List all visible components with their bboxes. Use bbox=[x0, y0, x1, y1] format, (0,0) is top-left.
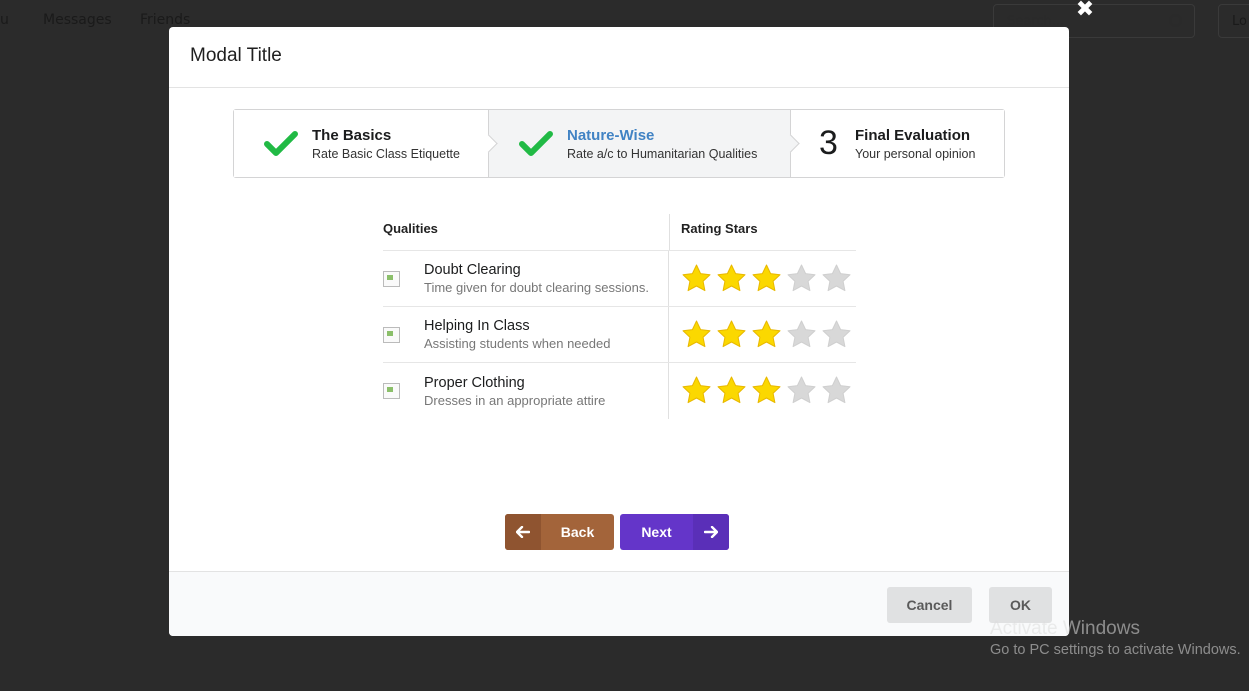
star-rating[interactable] bbox=[681, 375, 856, 407]
star-empty-icon[interactable] bbox=[821, 263, 856, 295]
star-empty-icon[interactable] bbox=[786, 375, 821, 407]
step-title: Nature-Wise bbox=[567, 126, 655, 144]
star-empty-icon[interactable] bbox=[821, 319, 856, 351]
qualities-table: Qualities Rating Stars Doubt Clearing Tim… bbox=[383, 214, 856, 419]
step-description: Rate a/c to Humanitarian Qualities bbox=[567, 146, 758, 161]
quality-image-icon bbox=[383, 326, 400, 343]
step-final-evaluation[interactable]: 3 Final Evaluation Your personal opinion bbox=[790, 110, 1004, 177]
quality-image-icon bbox=[383, 270, 400, 287]
step-the-basics[interactable]: The Basics Rate Basic Class Etiquette bbox=[234, 110, 498, 177]
quality-name: Helping In Class bbox=[424, 318, 530, 334]
star-empty-icon[interactable] bbox=[786, 263, 821, 295]
modal-header: Modal Title bbox=[169, 27, 1069, 88]
table-row: Proper Clothing Dresses in an appropriate… bbox=[383, 363, 856, 419]
nav-item-messages: Messages bbox=[43, 12, 112, 28]
next-button[interactable]: Next bbox=[620, 514, 729, 550]
back-label: Back bbox=[560, 524, 595, 540]
nav-item-friends: Friends bbox=[140, 12, 191, 28]
table-header: Qualities Rating Stars bbox=[383, 214, 856, 251]
arrow-left-icon bbox=[505, 514, 541, 550]
step-progress: The Basics Rate Basic Class Etiquette Na… bbox=[233, 109, 1005, 178]
modal-footer: Cancel OK bbox=[169, 571, 1069, 636]
cancel-button[interactable]: Cancel bbox=[887, 587, 972, 623]
close-icon[interactable]: ✖ bbox=[1075, 0, 1095, 21]
star-rating[interactable] bbox=[681, 319, 856, 351]
table-row: Doubt Clearing Time given for doubt clear… bbox=[383, 251, 856, 307]
quality-description: Dresses in an appropriate attire bbox=[424, 392, 606, 408]
quality-name: Proper Clothing bbox=[424, 374, 525, 391]
column-header-rating: Rating Stars bbox=[681, 221, 758, 236]
modal-title: Modal Title bbox=[190, 45, 282, 66]
watermark-subtitle: Go to PC settings to activate Windows. bbox=[990, 642, 1241, 658]
star-filled-icon[interactable] bbox=[716, 263, 751, 295]
star-empty-icon[interactable] bbox=[786, 319, 821, 351]
rating-cell bbox=[669, 307, 856, 362]
step-description: Rate Basic Class Etiquette bbox=[312, 146, 460, 161]
step-description: Your personal opinion bbox=[855, 146, 976, 161]
table-row: Helping In Class Assisting students when … bbox=[383, 307, 856, 363]
star-filled-icon[interactable] bbox=[751, 375, 786, 407]
watermark-title: Activate Windows bbox=[990, 618, 1140, 639]
search-icon bbox=[1169, 14, 1182, 27]
quality-description: Time given for doubt clearing sessions. bbox=[424, 280, 649, 295]
star-filled-icon[interactable] bbox=[681, 263, 716, 295]
background-login-button: Lo bbox=[1218, 4, 1249, 38]
back-button[interactable]: Back bbox=[505, 514, 614, 550]
step-number: 3 bbox=[819, 124, 838, 162]
login-label: Lo bbox=[1232, 14, 1247, 29]
checkmark-icon bbox=[519, 130, 553, 156]
next-label: Next bbox=[641, 524, 672, 540]
quality-cell: Doubt Clearing Time given for doubt clear… bbox=[383, 251, 669, 306]
star-filled-icon[interactable] bbox=[681, 319, 716, 351]
rating-cell bbox=[669, 363, 856, 419]
star-filled-icon[interactable] bbox=[681, 375, 716, 407]
nav-item-partial: u bbox=[0, 12, 9, 28]
star-filled-icon[interactable] bbox=[716, 319, 751, 351]
checkmark-icon bbox=[264, 130, 298, 156]
star-rating[interactable] bbox=[681, 263, 856, 295]
star-filled-icon[interactable] bbox=[751, 319, 786, 351]
star-filled-icon[interactable] bbox=[751, 263, 786, 295]
star-empty-icon[interactable] bbox=[821, 375, 856, 407]
column-header-qualities: Qualities bbox=[383, 214, 670, 250]
quality-cell: Helping In Class Assisting students when … bbox=[383, 307, 669, 362]
quality-description: Assisting students when needed bbox=[424, 336, 611, 351]
step-title: The Basics bbox=[312, 126, 392, 144]
arrow-right-icon bbox=[693, 514, 729, 550]
rating-cell bbox=[669, 251, 856, 306]
quality-cell: Proper Clothing Dresses in an appropriate… bbox=[383, 363, 669, 419]
quality-image-icon bbox=[383, 383, 400, 399]
quality-name: Doubt Clearing bbox=[424, 262, 521, 278]
modal-dialog: Modal Title The Basics Rate Basic Class … bbox=[169, 27, 1069, 636]
step-nature-wise[interactable]: Nature-Wise Rate a/c to Humanitarian Qua… bbox=[488, 110, 800, 177]
windows-activation-watermark: Activate Windows Go to PC settings to ac… bbox=[990, 618, 1241, 658]
step-title: Final Evaluation bbox=[855, 126, 971, 144]
star-filled-icon[interactable] bbox=[716, 375, 751, 407]
